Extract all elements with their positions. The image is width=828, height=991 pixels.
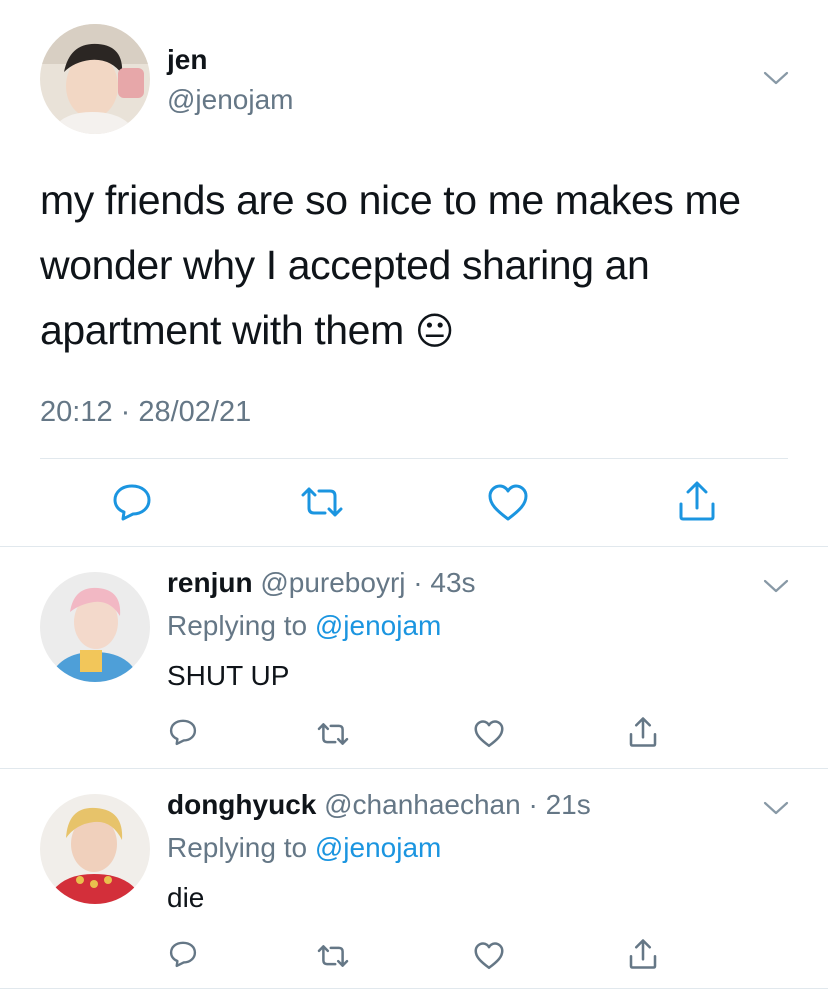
reply-2-replying-handle[interactable]: @jenojam bbox=[315, 832, 441, 863]
reply-1-replying-handle[interactable]: @jenojam bbox=[315, 610, 441, 641]
reply-2-share-button[interactable] bbox=[628, 938, 658, 970]
tweet-text-body: my friends are so nice to me makes me wo… bbox=[40, 177, 741, 353]
share-icon bbox=[629, 939, 657, 969]
avatar-renjun-photo bbox=[40, 572, 150, 682]
reply-2-time[interactable]: · 21s bbox=[528, 789, 590, 820]
avatar-jen[interactable] bbox=[40, 24, 150, 134]
reply-button[interactable] bbox=[111, 482, 153, 522]
reply-icon bbox=[169, 941, 197, 968]
reply-1-retweet-button[interactable] bbox=[316, 722, 350, 746]
reply-2-like-button[interactable] bbox=[473, 942, 505, 970]
reply-1-header: renjun @pureboyrj · 43s bbox=[167, 567, 476, 599]
reply-2-reply-button[interactable] bbox=[168, 940, 198, 968]
reply-2-header: donghyuck @chanhaechan · 21s bbox=[167, 789, 591, 821]
divider-reply-1 bbox=[0, 546, 828, 547]
like-icon bbox=[474, 720, 504, 748]
reply-1-text: SHUT UP bbox=[167, 660, 290, 691]
reply-1-time[interactable]: · 43s bbox=[413, 567, 475, 598]
tweet-text: my friends are so nice to me makes me wo… bbox=[40, 168, 800, 365]
tweet-timestamp[interactable]: 20:12 · 28/02/21 bbox=[40, 396, 251, 429]
retweet-icon bbox=[317, 945, 349, 967]
share-button[interactable] bbox=[677, 480, 717, 522]
more-options-button[interactable] bbox=[763, 70, 789, 91]
reply-1-display-name[interactable]: renjun bbox=[167, 567, 253, 598]
divider-main-actions bbox=[40, 458, 788, 459]
reply-icon bbox=[113, 484, 151, 521]
retweet-icon bbox=[317, 723, 349, 745]
reply-icon bbox=[169, 719, 197, 746]
chevron-down-icon bbox=[763, 801, 789, 815]
reply-2-replying-to: Replying to @jenojam bbox=[167, 832, 441, 864]
reply-2-handle[interactable]: @chanhaechan bbox=[324, 789, 521, 820]
reply-1-replying-to: Replying to @jenojam bbox=[167, 610, 441, 642]
like-icon bbox=[488, 484, 528, 521]
share-icon bbox=[679, 481, 715, 521]
avatar-renjun[interactable] bbox=[40, 572, 150, 682]
like-icon bbox=[474, 942, 504, 970]
reply-2-text: die bbox=[167, 882, 205, 913]
divider-reply-2 bbox=[0, 768, 828, 769]
reply-2-more-options-button[interactable] bbox=[763, 800, 789, 821]
author-handle[interactable]: @jenojam bbox=[167, 84, 293, 116]
chevron-down-icon bbox=[763, 579, 789, 593]
neutral-face-emoji: 😐 bbox=[414, 311, 455, 353]
reply-1-share-button[interactable] bbox=[628, 716, 658, 748]
chevron-down-icon bbox=[763, 71, 789, 85]
retweet-icon bbox=[301, 487, 343, 517]
divider-bottom bbox=[0, 988, 828, 989]
avatar-donghyuck[interactable] bbox=[40, 794, 150, 904]
reply-2-display-name[interactable]: donghyuck bbox=[167, 789, 316, 820]
reply-1-handle[interactable]: @pureboyrj bbox=[260, 567, 405, 598]
author-display-name[interactable]: jen bbox=[167, 44, 207, 76]
retweet-button[interactable] bbox=[299, 486, 345, 518]
avatar-jen-photo bbox=[40, 24, 150, 134]
reply-2-retweet-button[interactable] bbox=[316, 944, 350, 968]
reply-1-more-options-button[interactable] bbox=[763, 578, 789, 599]
like-button[interactable] bbox=[487, 484, 529, 522]
reply-1-reply-button[interactable] bbox=[168, 718, 198, 746]
reply-1-like-button[interactable] bbox=[473, 720, 505, 748]
avatar-donghyuck-photo bbox=[40, 794, 150, 904]
reply-2-replying-prefix: Replying to bbox=[167, 832, 308, 863]
reply-1-replying-prefix: Replying to bbox=[167, 610, 308, 641]
share-icon bbox=[629, 717, 657, 747]
